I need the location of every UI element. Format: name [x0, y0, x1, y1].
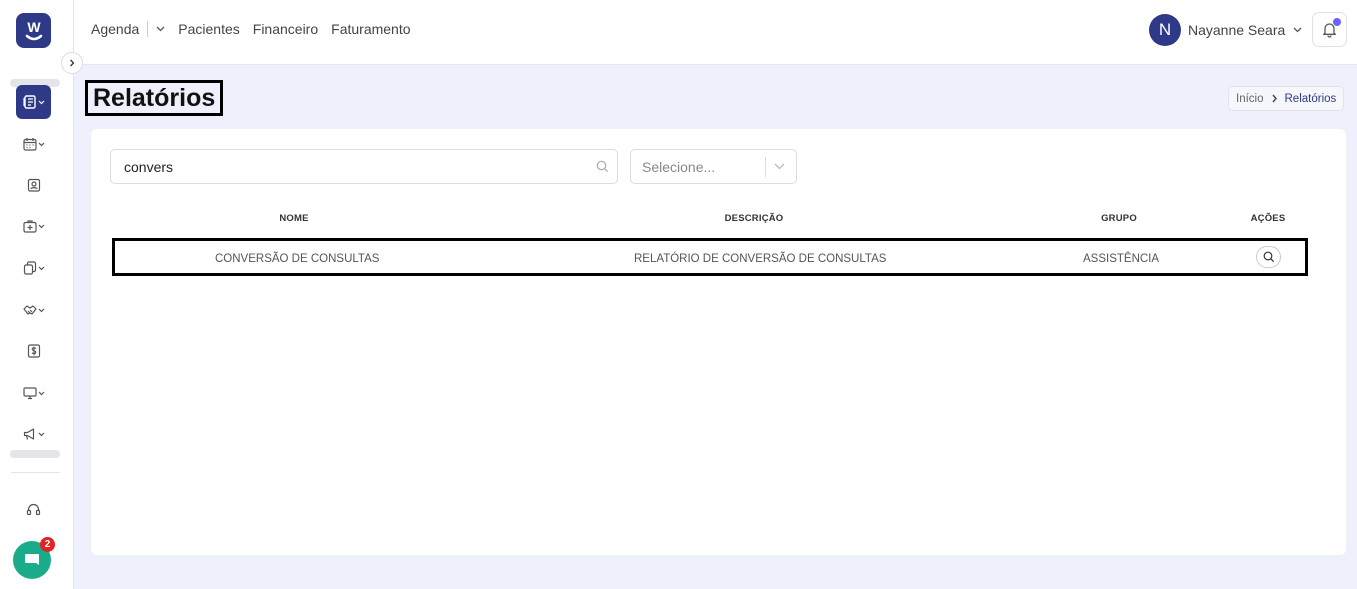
view-report-button[interactable] — [1256, 246, 1281, 268]
user-menu[interactable]: N Nayanne Seara — [1149, 14, 1302, 46]
sidebar-divider — [11, 472, 60, 473]
chevron-down-icon — [38, 266, 44, 270]
app-logo[interactable]: W — [16, 13, 51, 48]
sidebar-item-monitor[interactable] — [16, 376, 51, 410]
column-header-descricao[interactable]: DESCRIÇÃO — [704, 213, 804, 224]
nav-divider — [147, 21, 149, 37]
chevron-down-icon — [1293, 27, 1302, 33]
sidebar: W 2 — [0, 0, 74, 589]
chevron-down-icon — [38, 391, 44, 395]
report-book-icon — [22, 95, 36, 109]
medical-bag-icon — [22, 220, 37, 233]
nav-financeiro[interactable]: Financeiro — [253, 21, 318, 37]
chevron-down-icon — [38, 142, 44, 146]
handshake-icon — [22, 305, 37, 315]
nav-agenda[interactable]: Agenda — [91, 21, 139, 37]
chevron-down-icon — [38, 308, 44, 312]
chevron-down-icon — [774, 163, 785, 170]
cell-descricao: RELATÓRIO DE CONVERSÃO DE CONSULTAS — [634, 253, 887, 265]
user-name: Nayanne Seara — [1188, 22, 1286, 38]
monitor-icon — [22, 387, 37, 400]
top-bar: Agenda Pacientes Financeiro Faturamento … — [74, 0, 1357, 65]
chevron-right-icon — [70, 59, 75, 67]
calendar-icon — [22, 138, 37, 151]
sidebar-item-support[interactable] — [16, 492, 51, 526]
search-field[interactable] — [110, 149, 618, 184]
dollar-icon — [27, 344, 40, 358]
page-title: Relatórios — [85, 80, 224, 116]
group-select-placeholder: Selecione... — [642, 158, 716, 175]
column-header-nome[interactable]: NOME — [274, 213, 314, 224]
sidebar-item-finance[interactable] — [16, 334, 51, 368]
sidebar-item-documents[interactable] — [16, 251, 51, 285]
chevron-right-icon — [1271, 94, 1278, 103]
column-header-grupo[interactable]: GRUPO — [1094, 213, 1144, 224]
chevron-down-icon — [38, 224, 44, 228]
logo-mark-icon: W — [25, 19, 42, 40]
user-menu-caret — [1293, 27, 1302, 33]
search-icon — [596, 160, 609, 178]
nav-faturamento[interactable]: Faturamento — [331, 21, 410, 37]
sidebar-item-reports[interactable] — [16, 85, 51, 119]
top-navigation: Agenda Pacientes Financeiro Faturamento — [91, 21, 424, 37]
notifications-button[interactable] — [1312, 12, 1347, 47]
chevron-down-icon — [38, 100, 44, 104]
breadcrumb-current: Relatórios — [1284, 92, 1337, 105]
chat-unread-badge: 2 — [40, 537, 55, 552]
megaphone-icon — [23, 428, 34, 440]
contact-card-icon — [27, 178, 40, 192]
table-row: CONVERSÃO DE CONSULTAS RELATÓRIO DE CONV… — [112, 238, 1308, 276]
cell-grupo: ASSISTÊNCIA — [1083, 253, 1160, 265]
chevron-down-icon — [38, 432, 44, 436]
sidebar-item-medical[interactable] — [16, 209, 51, 243]
avatar: N — [1149, 14, 1181, 46]
nav-pacientes[interactable]: Pacientes — [178, 21, 239, 37]
chevron-down-icon — [156, 26, 165, 32]
documents-icon — [23, 261, 36, 275]
search-input[interactable] — [124, 158, 584, 175]
breadcrumb-home[interactable]: Início — [1236, 93, 1264, 105]
sidebar-item-calendar[interactable] — [16, 127, 51, 161]
chat-bubble-icon — [25, 554, 39, 565]
notification-dot — [1333, 18, 1341, 26]
search-icon — [1263, 251, 1274, 263]
svg-text:W: W — [27, 19, 41, 35]
column-header-acoes: AÇÕES — [1250, 213, 1286, 224]
sidebar-scroll-down[interactable] — [10, 450, 60, 458]
headset-icon — [26, 503, 41, 515]
sidebar-item-marketing[interactable] — [16, 417, 51, 451]
cell-nome: CONVERSÃO DE CONSULTAS — [215, 253, 380, 265]
select-divider — [765, 156, 766, 177]
sidebar-toggle-button[interactable] — [61, 52, 83, 74]
reports-card: Selecione... NOME DESCRIÇÃO GRUPO AÇÕES … — [91, 129, 1346, 555]
breadcrumb: Início Relatórios — [1228, 86, 1345, 111]
sidebar-item-contacts[interactable] — [16, 168, 51, 202]
group-select[interactable]: Selecione... — [630, 149, 797, 184]
sidebar-item-partners[interactable] — [16, 293, 51, 327]
agenda-dropdown-toggle[interactable] — [156, 26, 165, 32]
